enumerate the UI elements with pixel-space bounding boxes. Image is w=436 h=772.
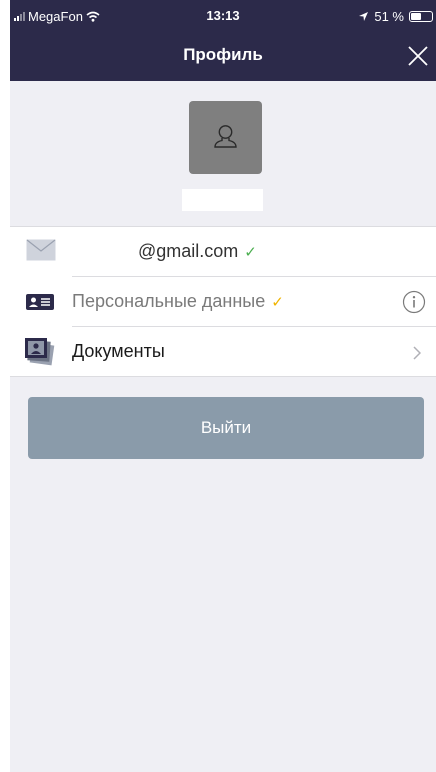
email-row[interactable]: @gmail.com ✓ <box>10 227 436 277</box>
user-icon <box>214 125 237 148</box>
logout-button[interactable]: Выйти <box>28 397 424 459</box>
documents-icon <box>25 338 55 366</box>
info-icon[interactable] <box>402 290 426 314</box>
verified-check-icon: ✓ <box>244 244 257 261</box>
status-right: 51 % <box>358 9 433 24</box>
profile-screen: MegaFon 13:13 51 % Профиль @gmail.com ✓ … <box>10 0 436 772</box>
profile-header <box>10 81 436 226</box>
profile-menu-list: @gmail.com ✓ Персональные данные ✓ Докум… <box>10 226 436 377</box>
personal-data-label: Персональные данные ✓ <box>72 291 284 311</box>
close-icon <box>408 46 428 66</box>
avatar[interactable] <box>189 101 262 174</box>
documents-row[interactable]: Документы <box>10 327 436 377</box>
id-card-icon <box>26 294 54 310</box>
personal-data-row[interactable]: Персональные данные ✓ <box>10 277 436 327</box>
battery-percent: 51 % <box>374 9 404 24</box>
chevron-right-icon <box>413 346 421 360</box>
close-button[interactable] <box>406 44 430 68</box>
battery-icon <box>409 11 433 22</box>
navigation-bar: Профиль <box>10 32 436 81</box>
page-title: Профиль <box>183 45 263 64</box>
status-bar: MegaFon 13:13 51 % <box>10 0 436 32</box>
documents-label: Документы <box>72 341 165 361</box>
location-arrow-icon <box>359 12 369 21</box>
email-text: @gmail.com ✓ <box>138 241 257 261</box>
mail-icon <box>26 239 56 261</box>
user-name-field <box>182 189 263 211</box>
verified-check-icon: ✓ <box>271 294 284 311</box>
